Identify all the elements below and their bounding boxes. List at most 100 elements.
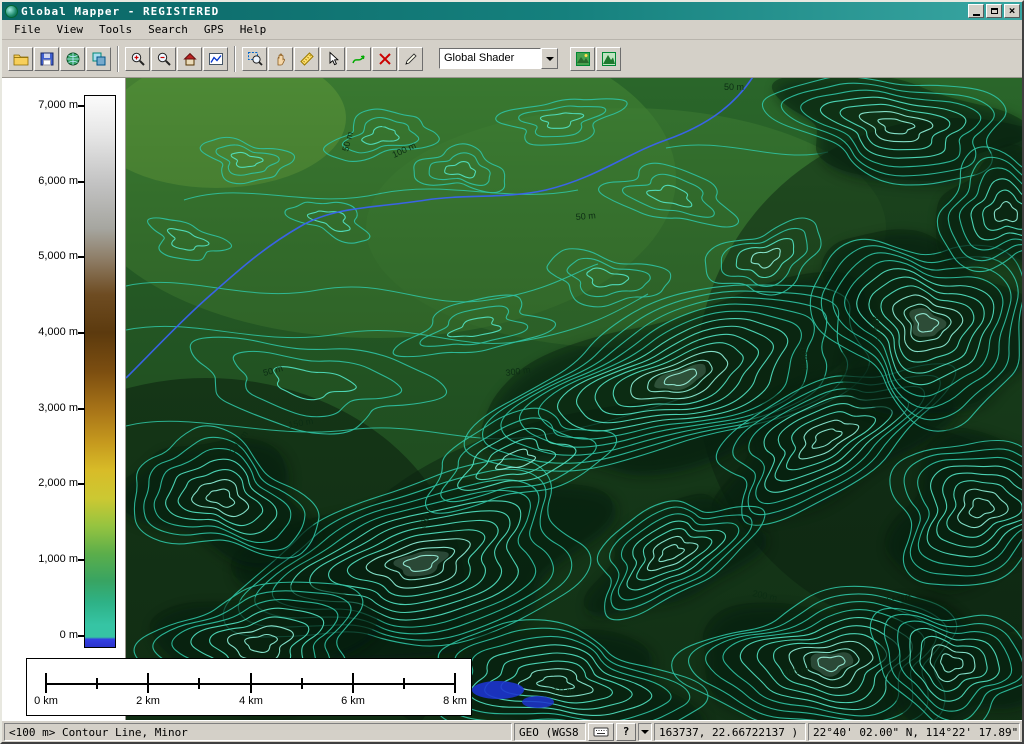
chevron-down-icon [546, 57, 554, 61]
contour-label: 50 m [575, 210, 596, 222]
scale-label: 8 km [433, 695, 477, 707]
scale-tick [250, 673, 252, 693]
legend-tick [78, 483, 84, 485]
legend-tick [78, 256, 84, 258]
view-3d-button[interactable] [596, 47, 621, 71]
legend-label: 0 m [4, 629, 78, 641]
zoom-out-icon [156, 51, 172, 67]
status-chevron[interactable] [638, 723, 652, 741]
zoom-box-icon [247, 51, 263, 67]
global-mapper-window: Global Mapper - REGISTERED × File View T… [0, 0, 1024, 744]
restore-button[interactable] [986, 4, 1002, 18]
legend-tick [78, 181, 84, 183]
shader-options-button[interactable] [570, 47, 595, 71]
status-cursor-dms: 22°40' 02.00" N, 114°22' 17.89" E [808, 723, 1020, 741]
menu-gps[interactable]: GPS [196, 21, 232, 38]
minimize-button[interactable] [968, 4, 984, 18]
elevation-color-ramp [84, 95, 116, 648]
status-bar: <100 m> Contour Line, Minor GEO (WGS8 ? … [2, 720, 1022, 742]
status-cursor-xy: 163737, 22.66722137 ) [654, 723, 806, 741]
pen-icon [403, 51, 419, 67]
zoom-out-button[interactable] [151, 47, 176, 71]
legend-label: 4,000 m [4, 326, 78, 338]
path-profile-button[interactable] [203, 47, 228, 71]
full-view-button[interactable] [177, 47, 202, 71]
legend-label: 3,000 m [4, 402, 78, 414]
shader-combo-value: Global Shader [439, 48, 541, 69]
minimize-icon [973, 14, 980, 16]
window-title: Global Mapper - REGISTERED [21, 5, 968, 18]
legend-tick [78, 408, 84, 410]
scale-tick [45, 673, 47, 693]
lake [472, 681, 524, 699]
pen-tool-button[interactable] [398, 47, 423, 71]
digitizer-curve-icon [351, 51, 367, 67]
scale-bar: 0 km 2 km 4 km 6 km 8 km [26, 658, 472, 716]
status-projection: GEO (WGS8 [514, 723, 586, 741]
menu-file[interactable]: File [6, 21, 49, 38]
content-area: 7,000 m 6,000 m 5,000 m 4,000 m 3,000 m … [2, 78, 1022, 720]
scale-tick [198, 678, 200, 689]
help-button[interactable]: ? [616, 723, 636, 741]
title-bar: Global Mapper - REGISTERED × [2, 2, 1022, 20]
measure-tool-button[interactable] [294, 47, 319, 71]
contour-label: 50 m [724, 82, 744, 92]
scale-tick [454, 673, 456, 693]
keyboard-icon [593, 726, 609, 738]
close-button[interactable]: × [1004, 4, 1020, 18]
keyboard-button[interactable] [588, 723, 614, 741]
toolbar: Global Shader [2, 40, 1022, 78]
status-tool-hint: <100 m> Contour Line, Minor [4, 723, 512, 741]
zoom-in-icon [130, 51, 146, 67]
pan-tool-button[interactable] [268, 47, 293, 71]
contour-label: 50 m [554, 686, 574, 696]
pointer-tool-button[interactable] [320, 47, 345, 71]
toolbar-separator [234, 46, 236, 72]
save-button[interactable] [34, 47, 59, 71]
scale-tick [403, 678, 405, 689]
crop-tool-button[interactable] [372, 47, 397, 71]
menu-search[interactable]: Search [140, 21, 196, 38]
world-data-button[interactable] [60, 47, 85, 71]
legend-label: 6,000 m [4, 175, 78, 187]
legend-label: 5,000 m [4, 250, 78, 262]
home-icon [182, 51, 198, 67]
close-icon: × [1009, 6, 1016, 16]
legend-label: 2,000 m [4, 477, 78, 489]
globe-icon [65, 51, 81, 67]
open-folder-icon [13, 51, 29, 67]
save-floppy-icon [39, 51, 55, 67]
shader-combo[interactable]: Global Shader [439, 48, 558, 69]
legend-tick [78, 105, 84, 107]
ruler-icon [299, 51, 315, 67]
scale-tick [96, 678, 98, 689]
scale-tick [147, 673, 149, 693]
chevron-down-icon [641, 730, 649, 734]
zoom-box-tool-button[interactable] [242, 47, 267, 71]
shader-combo-arrow[interactable] [541, 48, 558, 69]
scale-label: 2 km [126, 695, 170, 707]
map-viewport[interactable]: 50 m 100 m 50 m 50 m 50 m 150 m 100 m 30… [126, 78, 1022, 720]
scale-label: 0 km [24, 695, 68, 707]
menu-help[interactable]: Help [232, 21, 275, 38]
overlay-control-button[interactable] [86, 47, 111, 71]
terrain-thumbnail-icon [575, 51, 591, 67]
lake [522, 696, 554, 708]
elevation-legend-panel: 7,000 m 6,000 m 5,000 m 4,000 m 3,000 m … [2, 78, 126, 720]
arrow-cursor-icon [325, 51, 341, 67]
menu-tools[interactable]: Tools [91, 21, 140, 38]
menu-view[interactable]: View [49, 21, 92, 38]
restore-icon [991, 8, 998, 14]
scale-tick [352, 673, 354, 693]
legend-label: 1,000 m [4, 553, 78, 565]
scale-label: 6 km [331, 695, 375, 707]
digitizer-tool-button[interactable] [346, 47, 371, 71]
zoom-in-button[interactable] [125, 47, 150, 71]
map-canvas[interactable]: 50 m 100 m 50 m 50 m 50 m 150 m 100 m 30… [126, 78, 1022, 720]
open-button[interactable] [8, 47, 33, 71]
legend-tick [78, 332, 84, 334]
contour-label: 200 m [886, 592, 911, 602]
toolbar-separator [117, 46, 119, 72]
crop-x-icon [377, 51, 393, 67]
terrain-3d-icon [601, 51, 617, 67]
